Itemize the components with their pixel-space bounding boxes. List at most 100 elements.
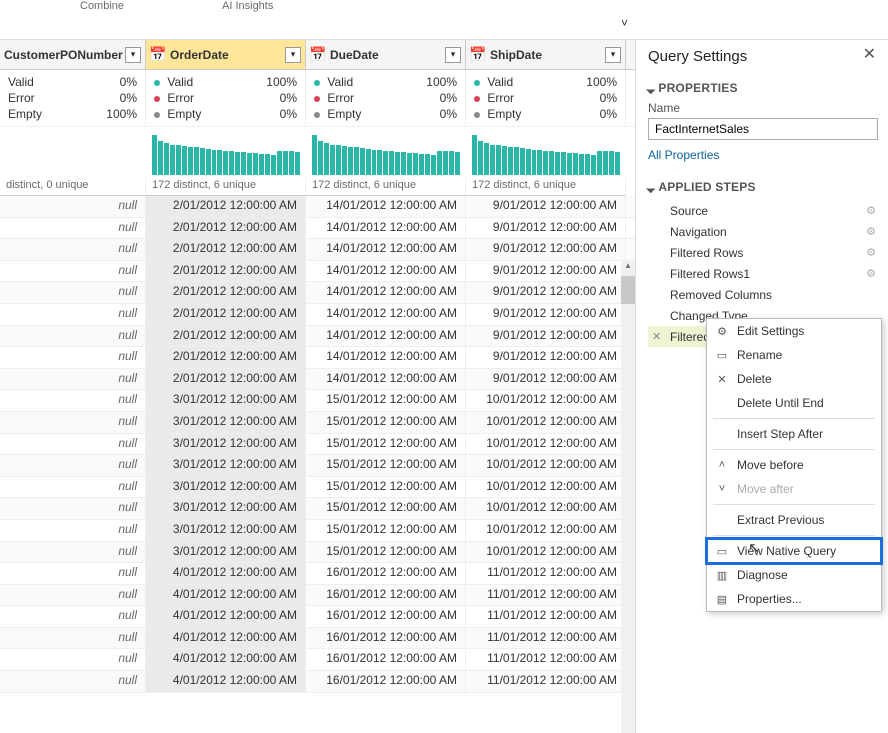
gear-icon[interactable]: ⚙ [866, 225, 876, 238]
cell[interactable]: 14/01/2012 12:00:00 AM [306, 326, 466, 347]
cell[interactable]: 14/01/2012 12:00:00 AM [306, 347, 466, 368]
cell[interactable]: 14/01/2012 12:00:00 AM [306, 196, 466, 217]
menu-item-delete-until-end[interactable]: Delete Until End [707, 391, 881, 415]
cell[interactable]: null [0, 520, 146, 541]
cell[interactable]: 9/01/2012 12:00:00 AM [466, 218, 626, 239]
cell[interactable]: null [0, 261, 146, 282]
column-header-orderdate[interactable]: 📅OrderDate▾ [146, 40, 306, 69]
vertical-scrollbar[interactable]: ▴ [621, 260, 635, 733]
data-rows[interactable]: null2/01/2012 12:00:00 AM14/01/2012 12:0… [0, 196, 635, 693]
cell[interactable]: 10/01/2012 12:00:00 AM [466, 542, 626, 563]
scroll-thumb[interactable] [621, 276, 635, 304]
cell[interactable]: null [0, 282, 146, 303]
cell[interactable]: 9/01/2012 12:00:00 AM [466, 369, 626, 390]
cell[interactable]: 3/01/2012 12:00:00 AM [146, 477, 306, 498]
cell[interactable]: 16/01/2012 12:00:00 AM [306, 606, 466, 627]
cell[interactable]: 16/01/2012 12:00:00 AM [306, 585, 466, 606]
menu-item-properties[interactable]: ▤Properties... [707, 587, 881, 611]
cell[interactable]: 15/01/2012 12:00:00 AM [306, 390, 466, 411]
cell[interactable]: 4/01/2012 12:00:00 AM [146, 563, 306, 584]
menu-item-edit-settings[interactable]: ⚙Edit Settings [707, 319, 881, 343]
cell[interactable]: 10/01/2012 12:00:00 AM [466, 390, 626, 411]
cell[interactable]: 14/01/2012 12:00:00 AM [306, 304, 466, 325]
cell[interactable]: null [0, 326, 146, 347]
applied-step[interactable]: Navigation⚙ [648, 221, 878, 242]
cell[interactable]: 3/01/2012 12:00:00 AM [146, 498, 306, 519]
date-icon[interactable]: 📅 [150, 47, 166, 63]
cell[interactable]: null [0, 390, 146, 411]
close-icon[interactable]: ✕ [863, 44, 876, 64]
cell[interactable]: 15/01/2012 12:00:00 AM [306, 542, 466, 563]
cell[interactable]: 4/01/2012 12:00:00 AM [146, 628, 306, 649]
cell[interactable]: 4/01/2012 12:00:00 AM [146, 671, 306, 692]
table-row[interactable]: null3/01/2012 12:00:00 AM15/01/2012 12:0… [0, 455, 635, 477]
cell[interactable]: 11/01/2012 12:00:00 AM [466, 585, 626, 606]
cell[interactable]: 14/01/2012 12:00:00 AM [306, 282, 466, 303]
table-row[interactable]: null3/01/2012 12:00:00 AM15/01/2012 12:0… [0, 542, 635, 564]
menu-item-diagnose[interactable]: ▥Diagnose [707, 563, 881, 587]
cell[interactable]: 14/01/2012 12:00:00 AM [306, 218, 466, 239]
cell[interactable]: 10/01/2012 12:00:00 AM [466, 455, 626, 476]
cell[interactable]: null [0, 412, 146, 433]
cell[interactable]: null [0, 628, 146, 649]
table-row[interactable]: null2/01/2012 12:00:00 AM14/01/2012 12:0… [0, 239, 635, 261]
cell[interactable]: 10/01/2012 12:00:00 AM [466, 498, 626, 519]
date-icon[interactable]: 📅 [310, 47, 326, 63]
table-row[interactable]: null2/01/2012 12:00:00 AM14/01/2012 12:0… [0, 282, 635, 304]
table-row[interactable]: null3/01/2012 12:00:00 AM15/01/2012 12:0… [0, 520, 635, 542]
cell[interactable]: 15/01/2012 12:00:00 AM [306, 434, 466, 455]
cell[interactable]: 3/01/2012 12:00:00 AM [146, 390, 306, 411]
menu-item-move-before[interactable]: ˄Move before [707, 453, 881, 477]
cell[interactable]: 15/01/2012 12:00:00 AM [306, 412, 466, 433]
cell[interactable]: 10/01/2012 12:00:00 AM [466, 412, 626, 433]
applied-step[interactable]: Filtered Rows1⚙ [648, 263, 878, 284]
table-row[interactable]: null4/01/2012 12:00:00 AM16/01/2012 12:0… [0, 649, 635, 671]
query-name-input[interactable] [648, 118, 878, 140]
cell[interactable]: null [0, 455, 146, 476]
all-properties-link[interactable]: All Properties [648, 148, 878, 162]
applied-steps-heading[interactable]: APPLIED STEPS [648, 180, 878, 194]
table-row[interactable]: null4/01/2012 12:00:00 AM16/01/2012 12:0… [0, 671, 635, 693]
column-header-shipdate[interactable]: 📅ShipDate▾ [466, 40, 626, 69]
cell[interactable]: 4/01/2012 12:00:00 AM [146, 585, 306, 606]
cell[interactable]: 15/01/2012 12:00:00 AM [306, 498, 466, 519]
table-row[interactable]: null4/01/2012 12:00:00 AM16/01/2012 12:0… [0, 606, 635, 628]
menu-item-extract-previous[interactable]: Extract Previous [707, 508, 881, 532]
cell[interactable]: 2/01/2012 12:00:00 AM [146, 218, 306, 239]
cell[interactable]: null [0, 434, 146, 455]
cell[interactable]: null [0, 563, 146, 584]
ribbon-tab-ai-insights[interactable]: AI Insights [222, 0, 273, 12]
cell[interactable]: null [0, 542, 146, 563]
ribbon-tab-combine[interactable]: Combine [80, 0, 124, 12]
cell[interactable]: 11/01/2012 12:00:00 AM [466, 671, 626, 692]
cell[interactable]: null [0, 218, 146, 239]
cell[interactable]: null [0, 304, 146, 325]
column-filter-dropdown[interactable]: ▾ [285, 47, 301, 63]
table-row[interactable]: null4/01/2012 12:00:00 AM16/01/2012 12:0… [0, 628, 635, 650]
cell[interactable]: 14/01/2012 12:00:00 AM [306, 239, 466, 260]
column-header-customerponumber[interactable]: CustomerPONumber▾ [0, 40, 146, 69]
cell[interactable]: 10/01/2012 12:00:00 AM [466, 477, 626, 498]
column-filter-dropdown[interactable]: ▾ [605, 47, 621, 63]
cell[interactable]: 10/01/2012 12:00:00 AM [466, 520, 626, 541]
scroll-up-icon[interactable]: ▴ [621, 260, 635, 274]
table-row[interactable]: null3/01/2012 12:00:00 AM15/01/2012 12:0… [0, 434, 635, 456]
cell[interactable]: 16/01/2012 12:00:00 AM [306, 563, 466, 584]
cell[interactable]: null [0, 369, 146, 390]
cell[interactable]: 2/01/2012 12:00:00 AM [146, 304, 306, 325]
cell[interactable]: 4/01/2012 12:00:00 AM [146, 649, 306, 670]
cell[interactable]: 9/01/2012 12:00:00 AM [466, 239, 626, 260]
table-row[interactable]: null2/01/2012 12:00:00 AM14/01/2012 12:0… [0, 218, 635, 240]
table-row[interactable]: null2/01/2012 12:00:00 AM14/01/2012 12:0… [0, 347, 635, 369]
gear-icon[interactable]: ⚙ [866, 204, 876, 217]
table-row[interactable]: null2/01/2012 12:00:00 AM14/01/2012 12:0… [0, 261, 635, 283]
cell[interactable]: null [0, 671, 146, 692]
cell[interactable]: 16/01/2012 12:00:00 AM [306, 649, 466, 670]
cell[interactable]: 16/01/2012 12:00:00 AM [306, 671, 466, 692]
cell[interactable]: 9/01/2012 12:00:00 AM [466, 196, 626, 217]
delete-step-icon[interactable]: ✕ [652, 330, 661, 343]
cell[interactable]: 11/01/2012 12:00:00 AM [466, 649, 626, 670]
gear-icon[interactable]: ⚙ [866, 246, 876, 259]
cell[interactable]: 9/01/2012 12:00:00 AM [466, 261, 626, 282]
applied-step[interactable]: Removed Columns [648, 284, 878, 305]
